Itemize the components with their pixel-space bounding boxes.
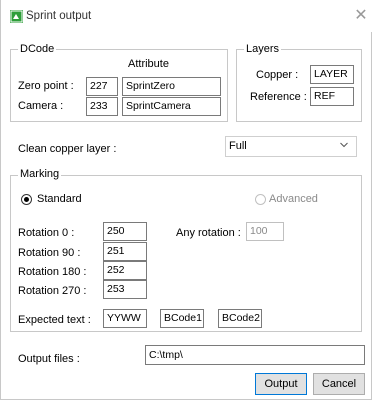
advanced-label[interactable]: Advanced (269, 193, 318, 205)
rotation-180-label: Rotation 180 : (18, 266, 87, 278)
reference-input[interactable]: REF (310, 87, 354, 106)
camera-label: Camera : (18, 100, 64, 112)
expected-text-input-3[interactable]: BCode2 (218, 309, 262, 328)
any-rotation-input[interactable]: 100 (246, 222, 284, 241)
standard-radio[interactable] (21, 194, 32, 205)
clean-copper-select[interactable]: Full (225, 136, 357, 157)
cancel-button[interactable]: Cancel (313, 373, 365, 395)
reference-label: Reference : (250, 91, 307, 103)
expected-text-input-1[interactable]: YYWW (103, 309, 147, 328)
zero-point-attribute-input[interactable]: SprintZero (122, 77, 221, 96)
output-files-label: Output files : (18, 353, 80, 365)
rotation-90-label: Rotation 90 : (18, 247, 81, 259)
close-icon[interactable]: ✕ (353, 8, 369, 24)
rotation-0-label: Rotation 0 : (18, 227, 75, 239)
attribute-header: Attribute (128, 58, 169, 70)
layers-legend: Layers (244, 43, 282, 55)
title-bar: Sprint output ✕ (1, 0, 373, 32)
camera-input[interactable]: 233 (86, 97, 118, 116)
camera-attribute-input[interactable]: SprintCamera (122, 97, 221, 116)
sprint-output-dialog: Sprint output ✕ DCode Attribute Zero poi… (0, 0, 373, 400)
zero-point-input[interactable]: 227 (86, 77, 118, 96)
clean-copper-selected: Full (229, 140, 247, 152)
advanced-radio[interactable] (255, 194, 266, 205)
rotation-180-input[interactable]: 252 (103, 261, 147, 280)
dcode-legend: DCode (18, 43, 57, 55)
rotation-90-input[interactable]: 251 (103, 242, 147, 261)
output-files-input[interactable]: C:\tmp\ (145, 345, 365, 365)
marking-legend: Marking (18, 168, 62, 180)
clean-copper-label: Clean copper layer : (18, 143, 117, 155)
window-title: Sprint output (26, 10, 92, 22)
rotation-0-input[interactable]: 250 (103, 222, 147, 241)
expected-text-label: Expected text : (18, 314, 91, 326)
app-icon (10, 10, 23, 23)
chevron-down-icon (340, 142, 348, 148)
rotation-270-input[interactable]: 253 (103, 280, 147, 299)
expected-text-input-2[interactable]: BCode1 (160, 309, 204, 328)
standard-label[interactable]: Standard (37, 193, 82, 205)
layers-group (236, 49, 362, 122)
any-rotation-label: Any rotation : (176, 227, 241, 239)
copper-input[interactable]: LAYER (310, 65, 354, 84)
copper-label: Copper : (256, 69, 299, 81)
output-button[interactable]: Output (255, 373, 307, 395)
rotation-270-label: Rotation 270 : (18, 285, 87, 297)
zero-point-label: Zero point : (18, 80, 74, 92)
